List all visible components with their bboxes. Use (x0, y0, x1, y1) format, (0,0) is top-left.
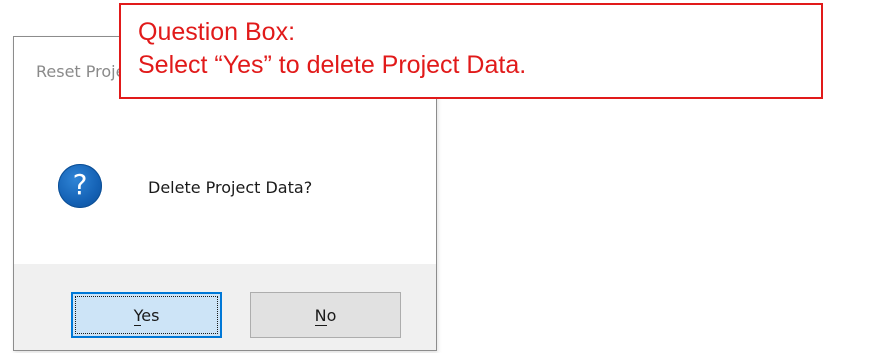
dialog-content: ? Delete Project Data? (14, 109, 436, 264)
yes-button[interactable]: Yes (71, 292, 222, 338)
yes-mnemonic: Y (133, 305, 142, 326)
callout-line-1: Question Box: (138, 18, 296, 46)
screen: Reset Project Data ? Delete Project Data… (0, 0, 896, 353)
annotation-callout: Question Box: Select “Yes” to delete Pro… (119, 3, 823, 99)
dialog-message: Delete Project Data? (148, 178, 313, 197)
callout-line-2: Select “Yes” to delete Project Data. (138, 51, 527, 79)
yes-button-label: Yes (133, 305, 160, 326)
no-label-rest: o (326, 305, 337, 325)
question-icon: ? (58, 164, 102, 208)
dialog-button-bar: Yes No (14, 264, 436, 350)
no-button[interactable]: No (250, 292, 401, 338)
yes-label-rest: es (141, 305, 160, 325)
no-button-label: No (314, 305, 337, 326)
no-mnemonic: N (314, 305, 327, 326)
